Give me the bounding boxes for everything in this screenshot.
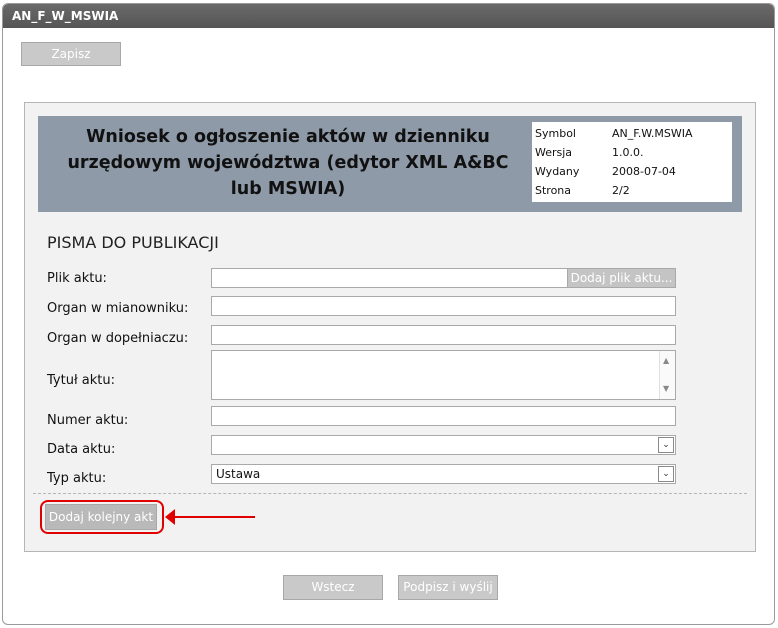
form-meta-table: Symbol AN_F.W.MSWIA Wersja 1.0.0. Wydany… [532, 122, 732, 202]
add-file-button[interactable]: Dodaj plik aktu... [567, 269, 675, 287]
chevron-down-icon[interactable]: ⌄ [658, 466, 674, 482]
add-another-act-button[interactable]: Dodaj kolejny akt [45, 504, 157, 530]
meta-value: 2008-07-04 [612, 165, 676, 178]
sign-and-send-button[interactable]: Podpisz i wyślij [398, 575, 498, 600]
date-label: Data aktu: [47, 442, 116, 457]
title-label: Tytuł aktu: [47, 373, 115, 388]
meta-key: Strona [535, 184, 572, 197]
meta-key: Wydany [535, 165, 580, 178]
meta-value: 2/2 [612, 184, 630, 197]
file-field[interactable]: Dodaj plik aktu... [211, 268, 676, 288]
form-panel: Wniosek o ogłoszenie aktów w dzienniku u… [24, 102, 756, 552]
divider [33, 493, 747, 494]
type-select[interactable]: Ustawa ⌄ [211, 464, 676, 484]
meta-key: Wersja [535, 146, 573, 159]
number-input[interactable] [211, 406, 676, 426]
annotation-arrow-line [173, 516, 255, 518]
form-header: Wniosek o ogłoszenie aktów w dzienniku u… [38, 116, 742, 212]
type-value: Ustawa [216, 467, 261, 481]
type-label: Typ aktu: [47, 471, 107, 486]
save-button[interactable]: Zapisz [21, 42, 121, 66]
textarea-scrollbar[interactable]: ▲ ▼ [659, 351, 675, 399]
date-select[interactable]: ⌄ [211, 435, 676, 455]
meta-value: AN_F.W.MSWIA [612, 127, 693, 140]
number-label: Numer aktu: [47, 413, 129, 428]
meta-row-symbol: Symbol AN_F.W.MSWIA [532, 124, 732, 143]
back-button[interactable]: Wstecz [283, 575, 383, 600]
meta-row-issued: Wydany 2008-07-04 [532, 162, 732, 181]
scroll-down-icon[interactable]: ▼ [663, 380, 669, 398]
meta-key: Symbol [535, 127, 576, 140]
organ-genitive-label: Organ w dopełniaczu: [47, 331, 189, 346]
section-title: PISMA DO PUBLIKACJI [47, 233, 219, 252]
window-title: AN_F_W_MSWIA [3, 4, 774, 28]
meta-row-version: Wersja 1.0.0. [532, 143, 732, 162]
organ-nominative-label: Organ w mianowniku: [47, 301, 189, 316]
organ-genitive-input[interactable] [211, 325, 676, 345]
organ-nominative-input[interactable] [211, 296, 676, 316]
file-label: Plik aktu: [47, 271, 107, 286]
meta-row-page: Strona 2/2 [532, 181, 732, 200]
app-window: AN_F_W_MSWIA Zapisz Wniosek o ogłoszenie… [2, 3, 775, 625]
scroll-up-icon[interactable]: ▲ [663, 352, 669, 370]
chevron-down-icon[interactable]: ⌄ [658, 437, 674, 453]
meta-value: 1.0.0. [612, 146, 644, 159]
form-title: Wniosek o ogłoszenie aktów w dzienniku u… [67, 127, 509, 199]
title-textarea[interactable]: ▲ ▼ [211, 350, 676, 400]
